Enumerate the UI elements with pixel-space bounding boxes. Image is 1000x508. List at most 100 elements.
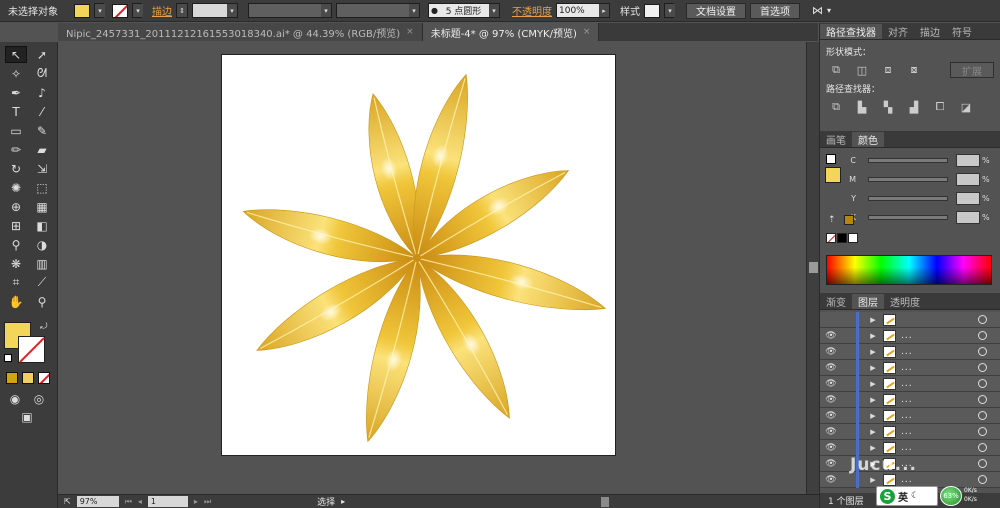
style-swatch[interactable] <box>644 3 660 18</box>
free-transform-tool-icon[interactable]: ⬚ <box>31 179 53 196</box>
swap-icon[interactable]: ⤾ <box>40 322 48 332</box>
layer-row[interactable]: 👁 ▶... <box>820 327 1000 344</box>
zoom-tool-icon[interactable]: ⚲ <box>31 293 53 310</box>
stroke-label[interactable]: 描边 <box>152 3 172 18</box>
gradient-mode-icon[interactable] <box>22 372 34 384</box>
lasso-tool-icon[interactable]: ᘛ <box>31 65 53 82</box>
style-dropdown[interactable]: ▾ <box>664 3 675 18</box>
tab-align[interactable]: 对齐 <box>882 24 914 39</box>
gradient-tool-icon[interactable]: ◧ <box>31 217 53 234</box>
rectangle-tool-icon[interactable]: ▭ <box>5 122 27 139</box>
tab-pathfinder[interactable]: 路径查找器 <box>820 24 882 39</box>
eraser-tool-icon[interactable]: ▰ <box>31 141 53 158</box>
curvature-tool-icon[interactable]: ♪ <box>31 84 53 101</box>
fill-stroke-control[interactable]: ⤾ <box>4 322 54 366</box>
status-menu-icon[interactable]: ▸ <box>341 497 345 506</box>
direct-selection-tool-icon[interactable]: ➚ <box>31 46 53 63</box>
color-mode-icon[interactable] <box>6 372 18 384</box>
gamut-swatch[interactable] <box>844 215 854 225</box>
out-of-gamut-icon[interactable]: ⇡ <box>828 215 836 225</box>
merge-icon[interactable]: ▚ <box>878 99 898 115</box>
opacity-label[interactable]: 不透明度 <box>512 3 552 18</box>
target-icon[interactable] <box>978 363 987 372</box>
flower-artwork[interactable] <box>222 55 617 457</box>
crop-icon[interactable]: ▟ <box>904 99 924 115</box>
hand-tool-icon[interactable]: ✋ <box>5 293 27 310</box>
scale-tool-icon[interactable]: ⇲ <box>31 160 53 177</box>
warp-tool-icon[interactable]: ✺ <box>5 179 27 196</box>
document-settings-button[interactable]: 文档设置 <box>686 2 746 19</box>
eye-icon[interactable]: 👁 <box>820 379 842 389</box>
intersect-icon[interactable]: ⧈ <box>878 62 898 78</box>
target-icon[interactable] <box>978 379 987 388</box>
pen-tool-icon[interactable]: ✒ <box>5 84 27 101</box>
arrange-icon[interactable]: ⋈ <box>812 4 823 17</box>
first-page-icon[interactable]: ⏮ <box>125 497 132 507</box>
target-icon[interactable] <box>978 459 987 468</box>
eye-icon[interactable]: 👁 <box>820 459 842 469</box>
expand-triangle-icon[interactable]: ▶ <box>863 332 883 340</box>
type-tool-icon[interactable]: T <box>5 103 27 120</box>
stroke-weight-field[interactable]: ▾ <box>192 3 238 18</box>
cyan-value-field[interactable] <box>956 154 980 167</box>
tab-transparency[interactable]: 透明度 <box>884 294 926 309</box>
tab-color[interactable]: 颜色 <box>852 132 884 147</box>
close-icon[interactable]: × <box>406 27 414 37</box>
tab-gradient[interactable]: 渐变 <box>820 294 852 309</box>
draw-inside-icon[interactable]: ◎ <box>28 390 50 407</box>
blend-tool-icon[interactable]: ◑ <box>31 236 53 253</box>
eyedropper-tool-icon[interactable]: ⚲ <box>5 236 27 253</box>
layer-row[interactable]: 👁 ▶... <box>820 439 1000 456</box>
expand-triangle-icon[interactable]: ▶ <box>863 412 883 420</box>
none-mode-icon[interactable] <box>38 372 50 384</box>
minus-back-icon[interactable]: ◪ <box>956 99 976 115</box>
expand-triangle-icon[interactable]: ▶ <box>863 380 883 388</box>
fill-color-swatch[interactable] <box>825 167 841 183</box>
default-color-icon[interactable] <box>826 154 836 164</box>
chevron-down-icon[interactable]: ▾ <box>827 6 831 15</box>
scroll-thumb[interactable] <box>809 262 818 273</box>
eye-icon[interactable]: 👁 <box>820 427 842 437</box>
eye-icon[interactable]: 👁 <box>820 475 842 485</box>
profile-dropdown[interactable]: ▾ <box>336 3 420 18</box>
stroke-swatch[interactable] <box>112 3 128 18</box>
target-icon[interactable] <box>978 347 987 356</box>
paintbrush-tool-icon[interactable]: ✎ <box>31 122 53 139</box>
yellow-value-field[interactable] <box>956 192 980 205</box>
canvas-area[interactable] <box>58 42 806 494</box>
default-colors-icon[interactable] <box>4 354 12 362</box>
target-icon[interactable] <box>978 427 987 436</box>
black-value-field[interactable] <box>956 211 980 224</box>
artboard-tool-icon[interactable]: ⌗ <box>5 274 27 291</box>
trim-icon[interactable]: ▙ <box>852 99 872 115</box>
target-icon[interactable] <box>978 443 987 452</box>
black-swatch[interactable] <box>837 233 847 243</box>
expand-triangle-icon[interactable]: ▶ <box>863 364 883 372</box>
brush-dropdown[interactable]: ● 5 点圆形 ▾ <box>428 3 500 18</box>
fill-dropdown[interactable]: ▾ <box>94 3 105 18</box>
none-swatch[interactable] <box>826 233 836 243</box>
layer-row[interactable]: 👁 ▶... <box>820 359 1000 376</box>
close-icon[interactable]: × <box>583 27 591 37</box>
expand-triangle-icon[interactable]: ▶ <box>863 316 883 324</box>
stroke-weight-stepper[interactable]: ⇕ <box>176 3 188 18</box>
layer-row[interactable]: 👁 ▶... <box>820 391 1000 408</box>
network-monitor[interactable]: 63% <box>940 486 962 506</box>
target-icon[interactable] <box>978 395 987 404</box>
layer-row[interactable]: 👁 ▶... <box>820 423 1000 440</box>
layer-row[interactable]: 👁 ▶... <box>820 375 1000 392</box>
artboard[interactable] <box>221 54 616 456</box>
target-icon[interactable] <box>978 331 987 340</box>
white-swatch[interactable] <box>848 233 858 243</box>
eye-icon[interactable]: 👁 <box>820 395 842 405</box>
cyan-slider[interactable] <box>868 158 948 163</box>
layer-row[interactable]: ▶ <box>820 312 1000 328</box>
selection-tool-icon[interactable]: ↖ <box>5 46 27 63</box>
artboard-nav-icon[interactable]: ⇱ <box>64 497 71 506</box>
zoom-dropdown[interactable]: 97% <box>76 496 119 507</box>
tab-symbols[interactable]: 符号 <box>946 24 978 39</box>
last-page-icon[interactable]: ⏭ <box>204 497 211 507</box>
outline-icon[interactable]: ⧠ <box>930 99 950 115</box>
symbol-sprayer-tool-icon[interactable]: ❋ <box>5 255 27 272</box>
stroke-color-box[interactable] <box>18 336 45 363</box>
